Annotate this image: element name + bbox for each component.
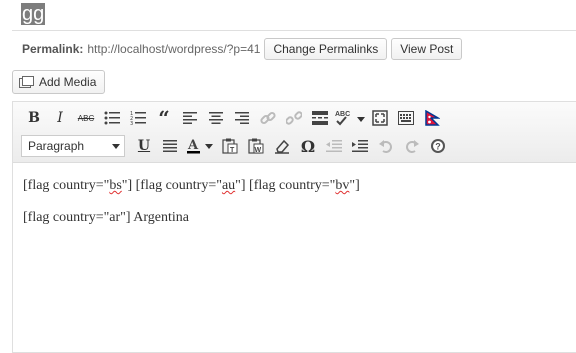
underline-icon[interactable]: U <box>131 134 157 158</box>
permalink-row: Permalink: http://localhost/wordpress/?p… <box>22 38 463 60</box>
post-editor: B I ABC 123 “ ABC Paragraph U A T W Ω ? … <box>12 101 576 353</box>
media-icon <box>19 76 34 88</box>
misspelled-word: bs <box>109 178 122 193</box>
strikethrough-icon[interactable]: ABC <box>73 106 99 130</box>
misspelled-word: bv <box>335 178 350 193</box>
permalink-label: Permalink: <box>22 42 84 56</box>
svg-text:3: 3 <box>130 121 133 125</box>
unlink-icon[interactable] <box>281 106 307 130</box>
format-select[interactable]: Paragraph <box>21 135 125 157</box>
permalink-url[interactable]: http://localhost/wordpress/?p=41 <box>87 42 260 56</box>
post-title-area[interactable]: gg <box>12 0 576 31</box>
outdent-icon[interactable] <box>321 134 347 158</box>
chevron-down-icon <box>112 144 120 149</box>
content-line-2: [flag country="ar"] Argentina <box>23 210 190 225</box>
flag-icon[interactable] <box>419 106 445 130</box>
toolbar-row-1: B I ABC 123 “ ABC <box>21 105 445 131</box>
svg-text:?: ? <box>435 142 441 152</box>
editor-toolbar: B I ABC 123 “ ABC Paragraph U A T W Ω ? <box>13 102 576 163</box>
clear-format-icon[interactable] <box>269 134 295 158</box>
add-media-button[interactable]: Add Media <box>12 70 106 94</box>
read-more-icon[interactable] <box>307 106 333 130</box>
post-title-input[interactable]: gg <box>21 3 46 25</box>
paste-text-icon[interactable]: T <box>217 134 243 158</box>
change-permalinks-button[interactable]: Change Permalinks <box>264 38 388 60</box>
svg-text:T: T <box>230 147 235 154</box>
view-post-button[interactable]: View Post <box>391 38 463 60</box>
italic-icon[interactable]: I <box>47 106 73 130</box>
align-left-icon[interactable] <box>177 106 203 130</box>
kitchen-sink-icon[interactable] <box>393 106 419 130</box>
svg-text:A: A <box>187 138 199 153</box>
redo-icon[interactable] <box>399 134 425 158</box>
align-right-icon[interactable] <box>229 106 255 130</box>
content-line-1: [flag country="bs"] [flag country="au"] … <box>23 178 360 193</box>
help-icon[interactable]: ? <box>425 134 451 158</box>
svg-text:W: W <box>255 147 262 154</box>
text-color-icon[interactable]: A <box>183 134 217 158</box>
special-char-icon[interactable]: Ω <box>295 134 321 158</box>
justify-icon[interactable] <box>157 134 183 158</box>
fullscreen-icon[interactable] <box>367 106 393 130</box>
numbered-list-icon[interactable]: 123 <box>125 106 151 130</box>
format-select-value: Paragraph <box>28 139 85 153</box>
paste-word-icon[interactable]: W <box>243 134 269 158</box>
misspelled-word: au <box>221 178 236 193</box>
bullet-list-icon[interactable] <box>99 106 125 130</box>
svg-text:ABC: ABC <box>335 111 350 118</box>
blockquote-icon[interactable]: “ <box>151 106 177 130</box>
editor-content[interactable]: [flag country="bs"] [flag country="au"] … <box>23 176 360 240</box>
align-center-icon[interactable] <box>203 106 229 130</box>
bold-icon[interactable]: B <box>21 106 47 130</box>
toolbar-row-2: Paragraph U A T W Ω ? <box>21 133 451 159</box>
spellcheck-icon[interactable]: ABC <box>333 106 367 130</box>
indent-icon[interactable] <box>347 134 373 158</box>
add-media-label: Add Media <box>39 75 97 89</box>
undo-icon[interactable] <box>373 134 399 158</box>
link-icon[interactable] <box>255 106 281 130</box>
